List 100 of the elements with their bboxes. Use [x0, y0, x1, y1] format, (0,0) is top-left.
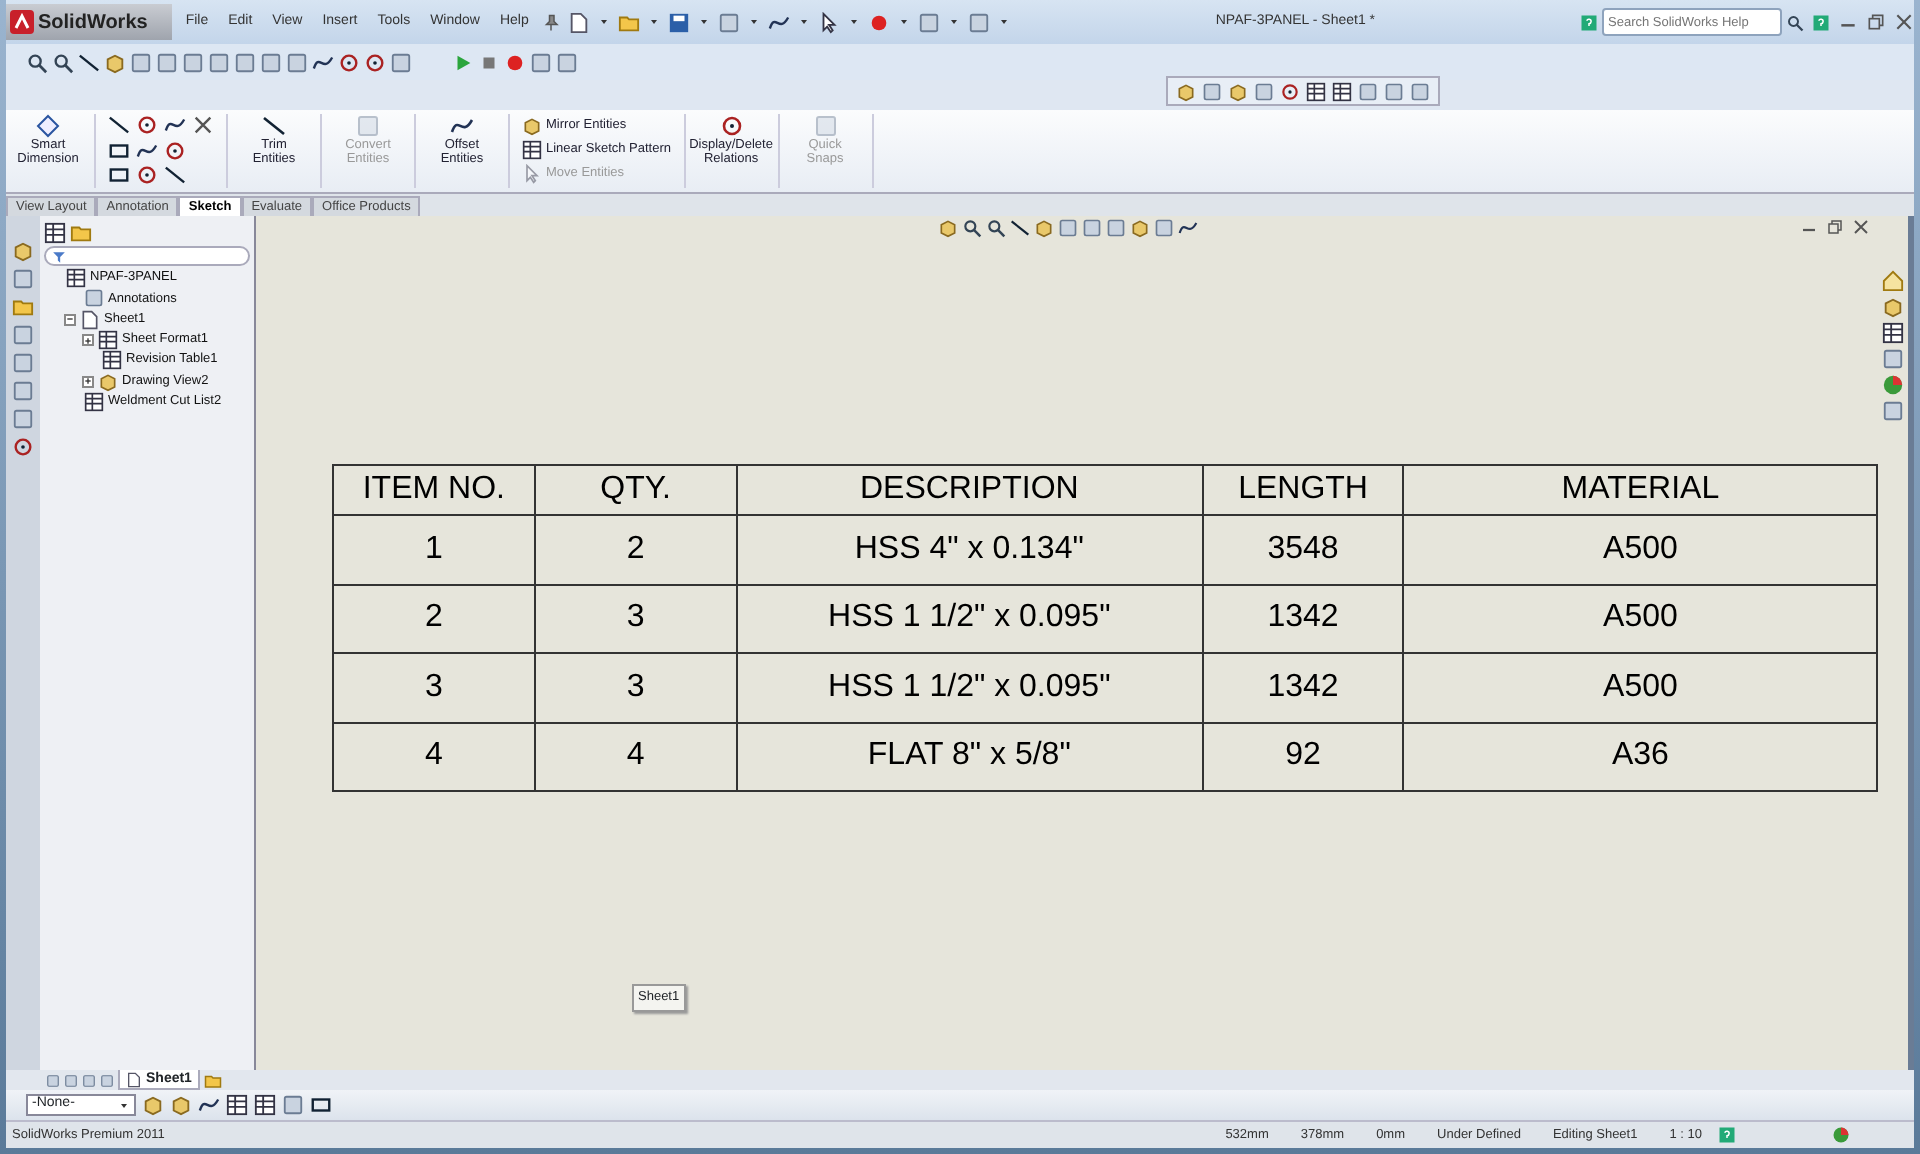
table-cell: 3	[534, 653, 737, 722]
new-document-icon[interactable]	[568, 11, 591, 33]
caret-icon[interactable]	[898, 16, 911, 28]
caret-icon[interactable]	[648, 16, 661, 28]
square-icon[interactable]	[282, 1094, 304, 1116]
table-cell: 2	[534, 515, 737, 584]
square-icon[interactable]	[1358, 81, 1378, 101]
table-icon[interactable]	[1332, 81, 1352, 101]
tree-node-icon	[84, 288, 104, 309]
square-icon	[356, 114, 380, 138]
square-icon[interactable]	[12, 408, 34, 430]
house-icon[interactable]	[1882, 270, 1904, 292]
caret-icon[interactable]	[598, 16, 611, 28]
column-header: DESCRIPTION	[736, 465, 1203, 515]
grid-icon	[522, 140, 542, 160]
feature-tree-tab-icon[interactable]	[44, 222, 66, 244]
line-icon[interactable]	[108, 114, 130, 136]
expander-icon[interactable]	[64, 313, 76, 326]
square-icon[interactable]	[12, 380, 34, 402]
expander-icon[interactable]	[82, 375, 94, 388]
magnifier-icon[interactable]	[52, 51, 74, 73]
square-icon[interactable]	[1882, 400, 1904, 422]
folder-icon[interactable]	[618, 11, 641, 33]
cube-icon[interactable]	[12, 240, 34, 262]
cube-icon[interactable]	[104, 51, 126, 73]
table-cell: HSS 4" x 0.134"	[736, 515, 1203, 584]
square-icon[interactable]	[556, 51, 578, 73]
square-icon[interactable]	[12, 324, 34, 346]
expander-icon[interactable]	[82, 334, 94, 347]
circle-icon[interactable]	[136, 114, 158, 136]
table-cell: A500	[1403, 653, 1877, 722]
caret-icon[interactable]	[848, 16, 861, 28]
spline-icon[interactable]	[198, 1094, 220, 1116]
circle-icon[interactable]	[338, 51, 360, 73]
cube-icon[interactable]	[142, 1094, 164, 1116]
logo-icon	[10, 10, 34, 34]
table-cell: A36	[1403, 722, 1877, 791]
square-icon[interactable]	[182, 51, 204, 73]
square-icon[interactable]	[1081, 218, 1101, 238]
square-icon[interactable]	[390, 51, 412, 73]
filter-field[interactable]	[44, 246, 250, 266]
table-icon[interactable]	[226, 1094, 248, 1116]
square-icon[interactable]	[1105, 218, 1125, 238]
pie-icon[interactable]	[1882, 374, 1904, 396]
magnifier-icon[interactable]	[26, 51, 48, 73]
restore-icon[interactable]	[1826, 218, 1844, 236]
square-icon[interactable]	[12, 352, 34, 374]
magnifier-icon[interactable]	[985, 218, 1005, 238]
square-icon[interactable]	[234, 51, 256, 73]
spline-icon[interactable]	[164, 114, 186, 136]
table-cell: 1342	[1202, 584, 1404, 653]
select-arrow-icon[interactable]	[818, 11, 841, 33]
close-icon[interactable]	[1852, 218, 1870, 236]
cube-icon[interactable]	[170, 1094, 192, 1116]
caret-icon[interactable]	[798, 16, 811, 28]
square-icon[interactable]	[208, 51, 230, 73]
circle-icon[interactable]	[12, 436, 34, 458]
help-icon[interactable]	[1812, 13, 1830, 31]
pushpin-icon[interactable]	[542, 13, 561, 31]
help-icon[interactable]	[1718, 1126, 1736, 1144]
table-icon[interactable]	[1882, 322, 1904, 344]
square-icon[interactable]	[1410, 81, 1430, 101]
square-icon[interactable]	[530, 51, 552, 73]
table-cell: 3	[333, 653, 535, 722]
record-icon[interactable]	[504, 51, 526, 73]
caret-icon[interactable]	[748, 16, 761, 28]
folder-icon[interactable]	[12, 296, 34, 318]
table-cell: FLAT 8" x 5/8"	[736, 722, 1203, 791]
circle-icon[interactable]	[364, 51, 386, 73]
square-icon[interactable]	[1202, 81, 1222, 101]
square-icon[interactable]	[12, 268, 34, 290]
square-icon[interactable]	[130, 51, 152, 73]
spline-icon[interactable]	[1177, 218, 1197, 238]
table-cell: 3	[534, 584, 737, 653]
rectangle-icon[interactable]	[108, 139, 130, 162]
line-icon[interactable]	[1009, 218, 1029, 238]
maximize-icon[interactable]	[1866, 12, 1886, 32]
tree-node-icon	[84, 391, 104, 412]
line-icon[interactable]	[78, 51, 100, 73]
caret-icon[interactable]	[698, 16, 711, 28]
table-icon[interactable]	[1306, 81, 1326, 101]
rect-icon[interactable]	[310, 1094, 332, 1116]
square-icon[interactable]	[1254, 81, 1274, 101]
magnifier-icon[interactable]	[961, 218, 981, 238]
caret-icon[interactable]	[948, 16, 961, 28]
diamond-icon	[36, 114, 60, 138]
close-icon[interactable]	[1894, 12, 1914, 32]
caret-icon[interactable]	[998, 16, 1011, 28]
save-icon[interactable]	[668, 11, 691, 33]
spline-icon[interactable]	[312, 51, 334, 73]
column-header: ITEM NO.	[333, 465, 535, 515]
square-icon[interactable]	[1057, 218, 1077, 238]
circle-icon[interactable]	[1280, 81, 1300, 101]
square-icon[interactable]	[156, 51, 178, 73]
square-icon[interactable]	[260, 51, 282, 73]
table-icon[interactable]	[254, 1094, 276, 1116]
cube-icon[interactable]	[1882, 296, 1904, 318]
square-icon[interactable]	[1384, 81, 1404, 101]
square-icon	[813, 114, 838, 138]
play-icon[interactable]	[452, 51, 474, 73]
